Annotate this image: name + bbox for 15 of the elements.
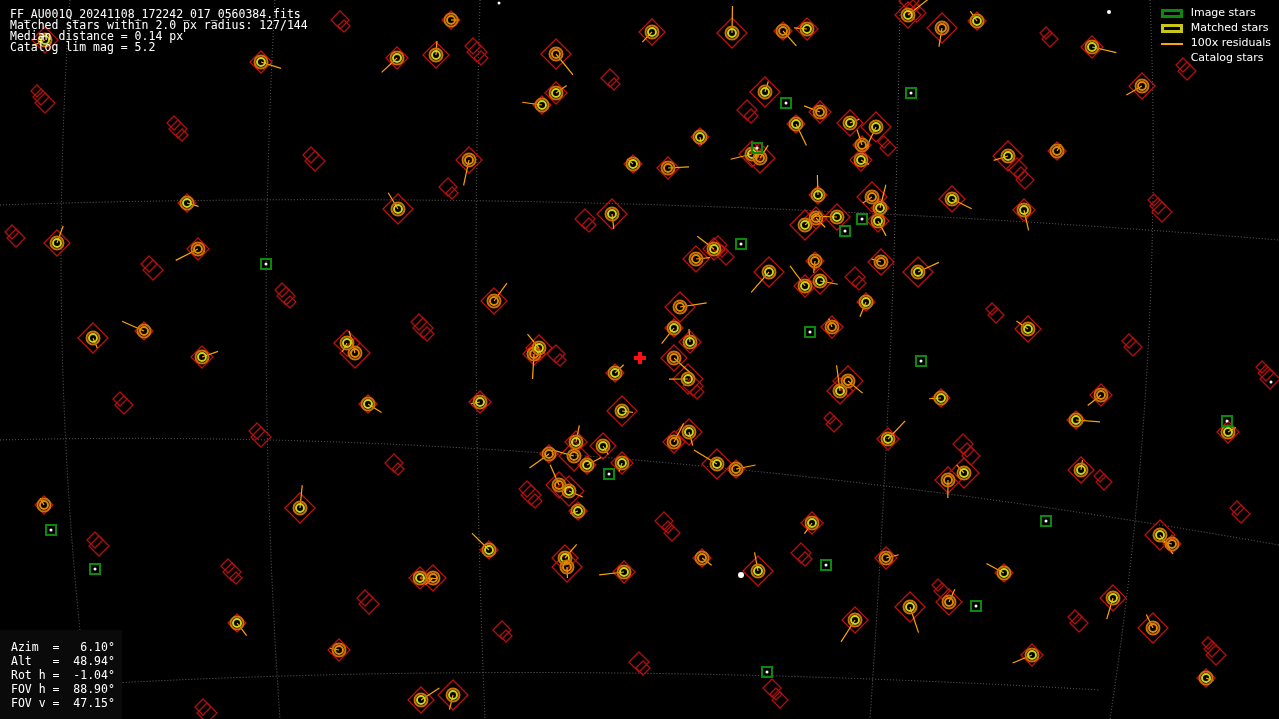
pointing-line: FOV h = 88.90°: [11, 681, 116, 696]
pointing-line: FOV v = 47.15°: [11, 695, 116, 710]
legend-label: 100x residuals: [1190, 35, 1271, 52]
legend-label: Matched stars: [1190, 20, 1269, 37]
pointing-line: Azim = 6.10°: [11, 639, 116, 654]
crosshair-icon: [634, 352, 646, 364]
matched-star-swatch: [1160, 24, 1183, 33]
legend-label: Catalog stars: [1190, 50, 1264, 67]
pointing-line: Alt = 48.94°: [11, 653, 116, 668]
header-line: Matched stars within 2.0 px radius: 127/144: [10, 20, 308, 31]
image-star-swatch: [1160, 9, 1183, 18]
legend-label: Image stars: [1190, 5, 1256, 22]
residual-line-swatch: [1160, 42, 1183, 45]
pointing-line: Rot h = -1.04°: [11, 667, 116, 682]
header-line: FF_AU001Q_20241108_172242_017_0560384.fits: [10, 9, 301, 20]
